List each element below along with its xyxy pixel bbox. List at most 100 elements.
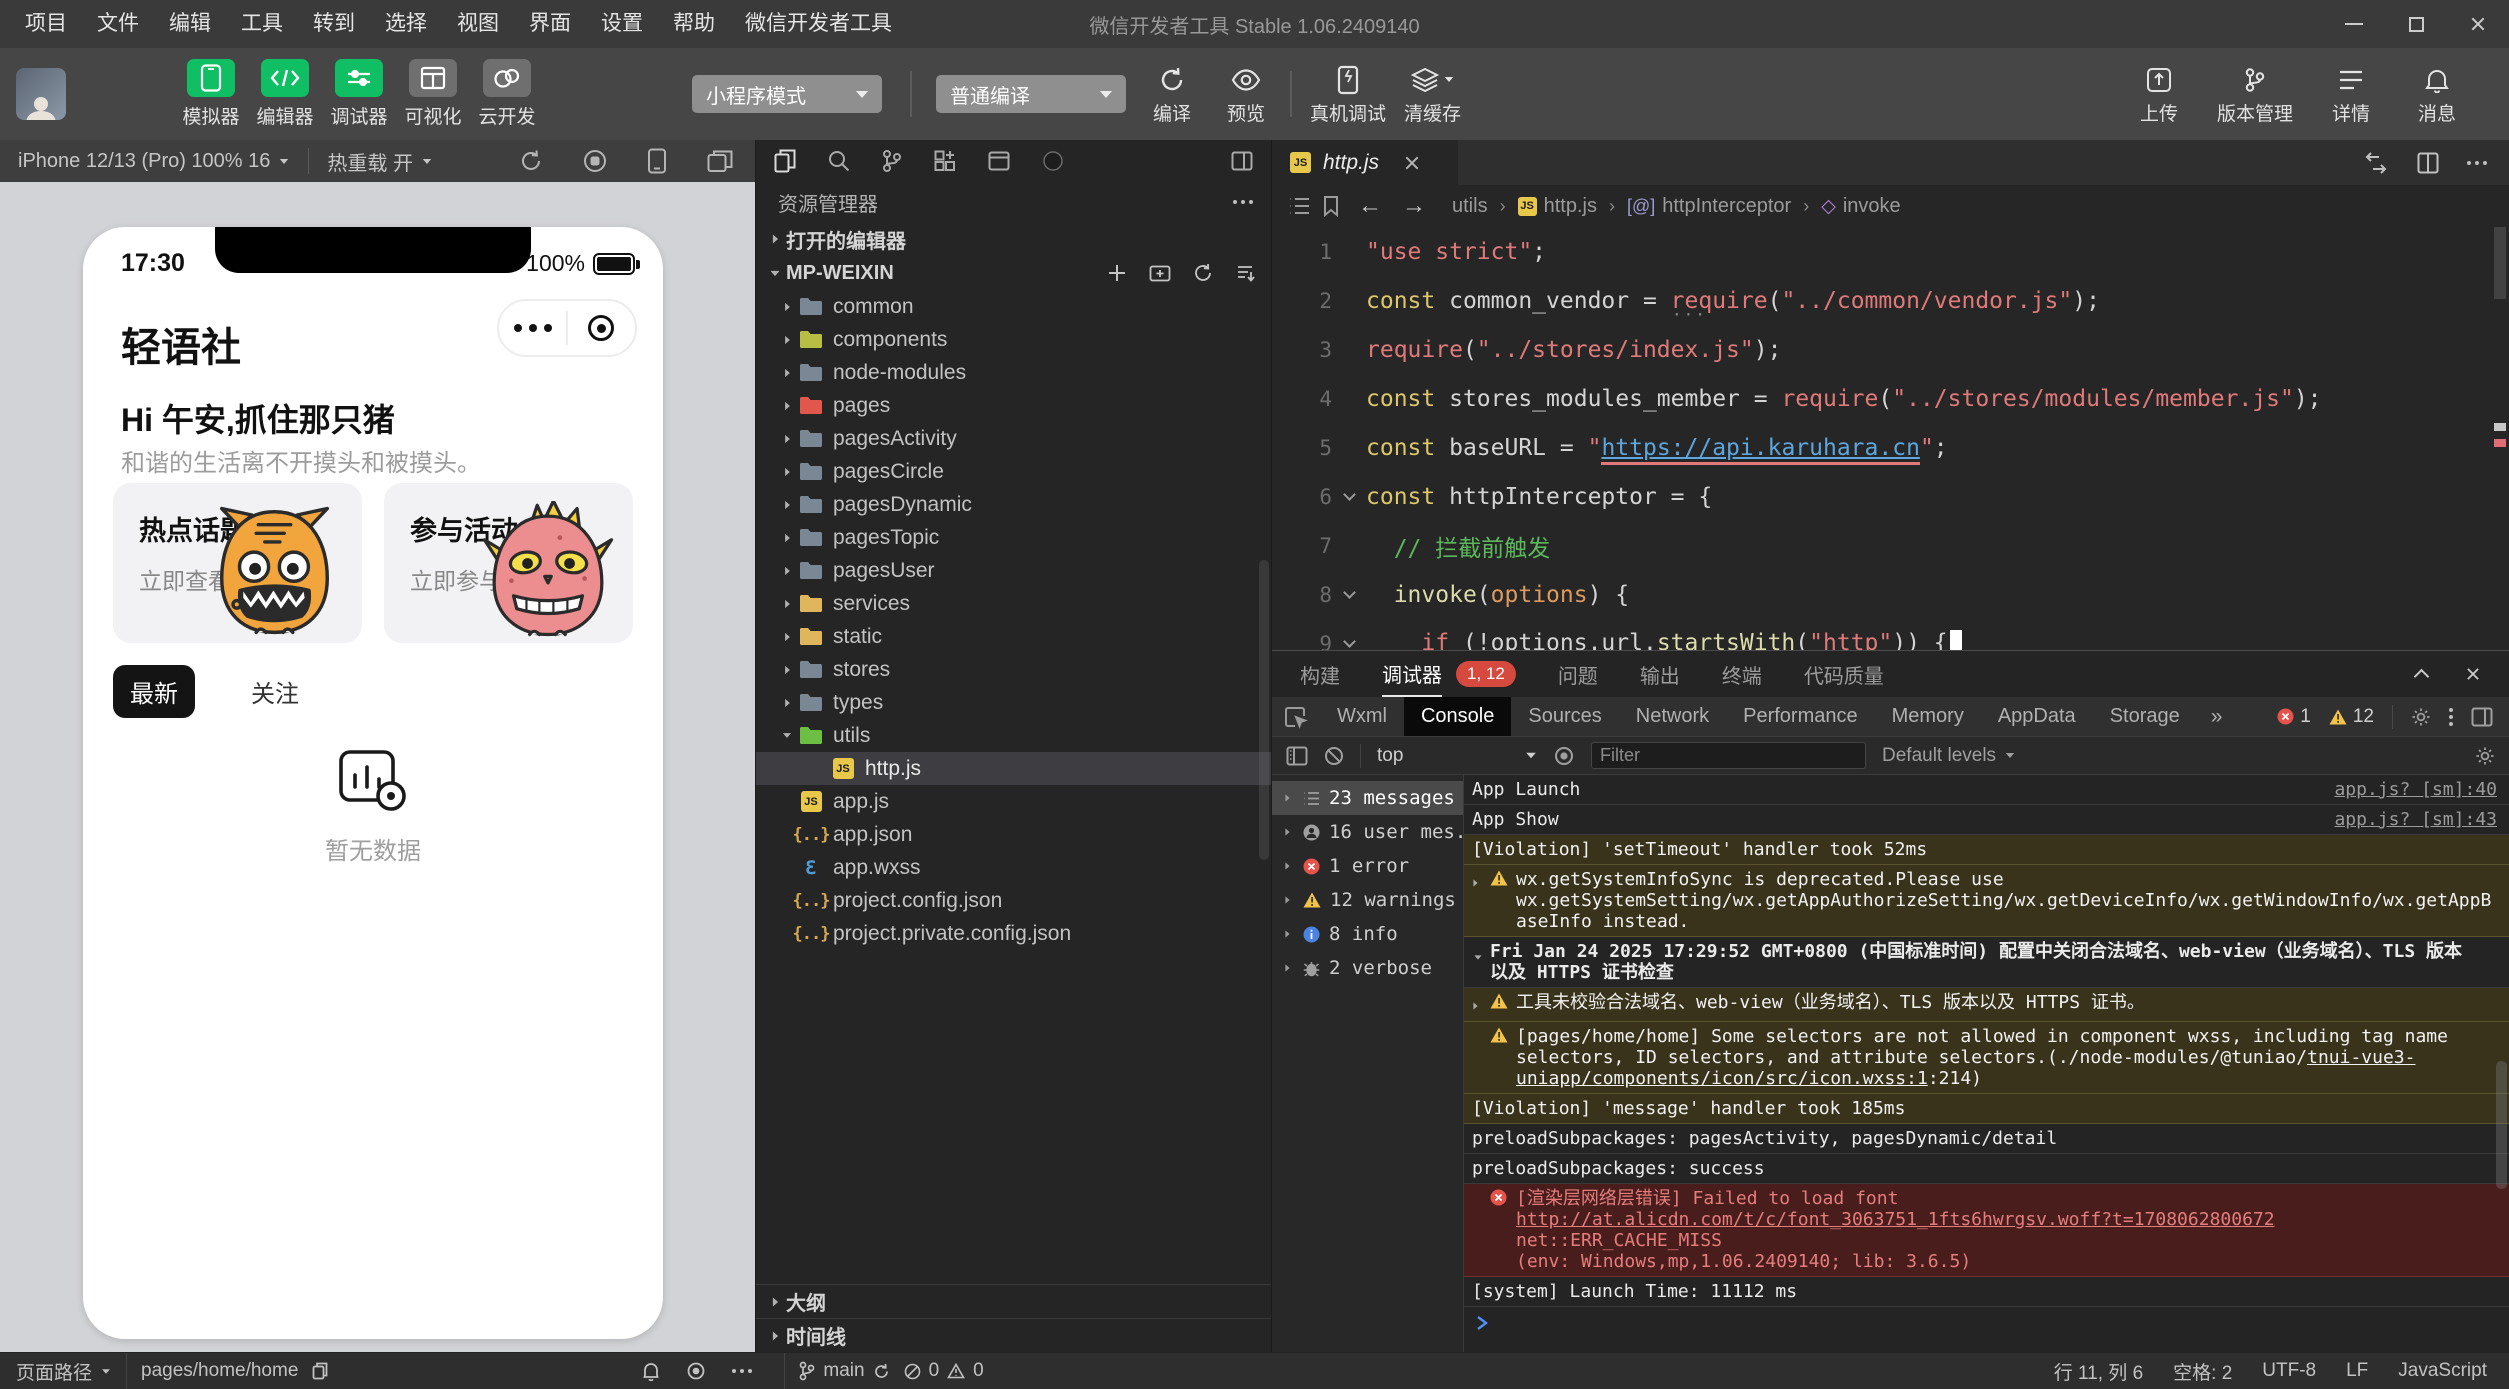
menu-item-6[interactable]: 视图 (442, 0, 514, 48)
compile-button[interactable]: 编译 (1144, 63, 1200, 126)
tree-item-utils[interactable]: utils (756, 719, 1271, 752)
console-link[interactable]: http://at.alicdn.com/t/c/font_3063751_1f… (1516, 1209, 2275, 1230)
console-expand-icon[interactable] (1472, 992, 1490, 1017)
fold-toggle[interactable] (1332, 635, 1366, 648)
close-tab-icon[interactable] (1405, 156, 1419, 170)
panel-tab-output[interactable]: 输出 (1640, 651, 1680, 697)
source-location-link[interactable]: app.js? [sm]:40 (2314, 779, 2497, 800)
console-messages[interactable]: App Launch app.js? [sm]:40 App Show app.js?… (1464, 775, 2509, 1352)
version-control-button[interactable]: 版本管理 (2217, 63, 2293, 126)
capsule-close-button[interactable] (568, 315, 635, 341)
breadcrumb-item-httpInterceptor[interactable]: [@] httpInterceptor (1627, 195, 1791, 218)
cloud-dev-button[interactable]: 云开发 (479, 59, 536, 129)
tree-item-components[interactable]: components (756, 323, 1271, 356)
tree-item-http-js[interactable]: JS http.js (756, 752, 1271, 785)
breadcrumb-item-utils[interactable]: utils (1452, 195, 1488, 218)
devtools-tab-sources[interactable]: Sources (1511, 697, 1618, 736)
console-filter-warning[interactable]: 12 warnings (1272, 883, 1463, 917)
outline-icon[interactable] (1288, 196, 1310, 216)
split-panel-icon[interactable] (1231, 151, 1253, 171)
debugger-button[interactable]: 调试器 (331, 59, 388, 129)
timeline-section[interactable]: 时间线 (756, 1318, 1271, 1352)
tree-item-node-modules[interactable]: node-modules (756, 356, 1271, 389)
tree-item-pagesActivity[interactable]: pagesActivity (756, 422, 1271, 455)
live-expression-eye-icon[interactable] (1553, 746, 1575, 766)
tree-item-pagesUser[interactable]: pagesUser (756, 554, 1271, 587)
breadcrumb-item-invoke[interactable]: ◇ invoke (1821, 195, 1900, 218)
tab-http-js[interactable]: JS http.js (1272, 140, 1458, 185)
tree-item-common[interactable]: common (756, 290, 1271, 323)
bookmark-icon[interactable] (1322, 195, 1340, 217)
menu-item-1[interactable]: 文件 (82, 0, 154, 48)
console-filter-error[interactable]: 1 error (1272, 849, 1463, 883)
project-root[interactable]: MP-WEIXIN (756, 256, 1271, 290)
console-filter-user[interactable]: 16 user mes... (1272, 815, 1463, 849)
panel-tab-problems[interactable]: 问题 (1558, 651, 1598, 697)
simulator-button[interactable]: 模拟器 (183, 59, 240, 129)
devtools-tab-appdata[interactable]: AppData (1981, 697, 2093, 736)
extensions-icon[interactable] (934, 150, 956, 172)
panel-tab-build[interactable]: 构建 (1300, 651, 1340, 697)
tree-item-project-config-json[interactable]: {..} project.config.json (756, 884, 1271, 917)
feed-tab-0[interactable]: 最新 (113, 665, 195, 718)
outline-section[interactable]: 大纲 (756, 1284, 1271, 1318)
compare-changes-icon[interactable] (2363, 151, 2389, 174)
compile-mode-select[interactable]: 普通编译 (936, 75, 1126, 113)
tree-item-pages[interactable]: pages (756, 389, 1271, 422)
search-icon[interactable] (828, 150, 850, 172)
tree-item-pagesCircle[interactable]: pagesCircle (756, 455, 1271, 488)
panel-tab-code-quality[interactable]: 代码质量 (1804, 651, 1884, 697)
tree-item-services[interactable]: services (756, 587, 1271, 620)
tree-item-app-json[interactable]: {..} app.json (756, 818, 1271, 851)
status-language[interactable]: JavaScript (2398, 1360, 2487, 1382)
split-editor-icon[interactable] (2417, 152, 2439, 174)
devtools-tab-console[interactable]: Console (1403, 697, 1512, 736)
code-editor[interactable]: ··· 1 "use strict"; 2 const common_vendor =… (1272, 227, 2509, 650)
device-frame-icon[interactable] (647, 148, 667, 174)
console-scrollbar[interactable] (2496, 1061, 2507, 1189)
panel-tab-debugger[interactable]: 调试器 1, 12 (1382, 651, 1516, 697)
filter-input[interactable] (1591, 742, 1866, 769)
warning-count[interactable]: 12 (2329, 706, 2374, 728)
fold-toggle[interactable] (1332, 586, 1366, 599)
console-expand-icon[interactable] (1472, 869, 1490, 894)
tree-item-static[interactable]: static (756, 620, 1271, 653)
console-expand-icon[interactable] (1472, 941, 1490, 966)
menu-item-2[interactable]: 编辑 (154, 0, 226, 48)
more-tabs-button[interactable]: » (2197, 705, 2237, 729)
menu-item-3[interactable]: 工具 (226, 0, 298, 48)
feature-card-0[interactable]: 热点话题 立即查看 (113, 483, 362, 643)
nav-back-icon[interactable]: ← (1358, 192, 1382, 220)
avatar[interactable] (16, 68, 66, 120)
visualization-button[interactable]: 可视化 (405, 59, 462, 129)
breadcrumb-item-http.js[interactable]: JS http.js (1517, 195, 1597, 218)
dock-panel-icon[interactable] (2471, 707, 2493, 727)
menu-item-7[interactable]: 界面 (514, 0, 586, 48)
messages-button[interactable]: 消息 (2409, 63, 2465, 126)
context-select[interactable]: top (1377, 745, 1537, 767)
status-encoding[interactable]: UTF-8 (2262, 1360, 2316, 1382)
multi-window-icon[interactable] (707, 149, 733, 173)
more-actions-icon[interactable] (2467, 160, 2487, 165)
tree-item-app-wxss[interactable]: 3 app.wxss (756, 851, 1271, 884)
hot-reload-toggle[interactable]: 热重载 开 (327, 147, 433, 176)
source-control-icon[interactable] (882, 149, 902, 173)
menu-item-9[interactable]: 帮助 (658, 0, 730, 48)
menu-item-0[interactable]: 项目 (10, 0, 82, 48)
problems-indicator[interactable]: 0 0 (904, 1360, 984, 1382)
devtools-tab-performance[interactable]: Performance (1726, 697, 1875, 736)
collapse-panel-icon[interactable] (2413, 668, 2430, 685)
tree-item-stores[interactable]: stores (756, 653, 1271, 686)
mode-select[interactable]: 小程序模式 (692, 75, 882, 113)
details-button[interactable]: 详情 (2323, 63, 2379, 126)
page-path-select[interactable]: 页面路径 (16, 1358, 112, 1385)
tree-item-project-private-config-json[interactable]: {..} project.private.config.json (756, 917, 1271, 950)
status-line-col[interactable]: 行 11, 列 6 (2054, 1358, 2143, 1385)
more-icon[interactable] (732, 1369, 753, 1373)
clear-console-icon[interactable] (1324, 746, 1344, 766)
menu-item-4[interactable]: 转到 (298, 0, 370, 48)
copy-icon[interactable] (312, 1362, 328, 1380)
editor-scrollbar[interactable] (2494, 227, 2506, 650)
feature-card-1[interactable]: 参与活动 立即参与 (384, 483, 633, 643)
console-filter-info[interactable]: 8 info (1272, 917, 1463, 951)
